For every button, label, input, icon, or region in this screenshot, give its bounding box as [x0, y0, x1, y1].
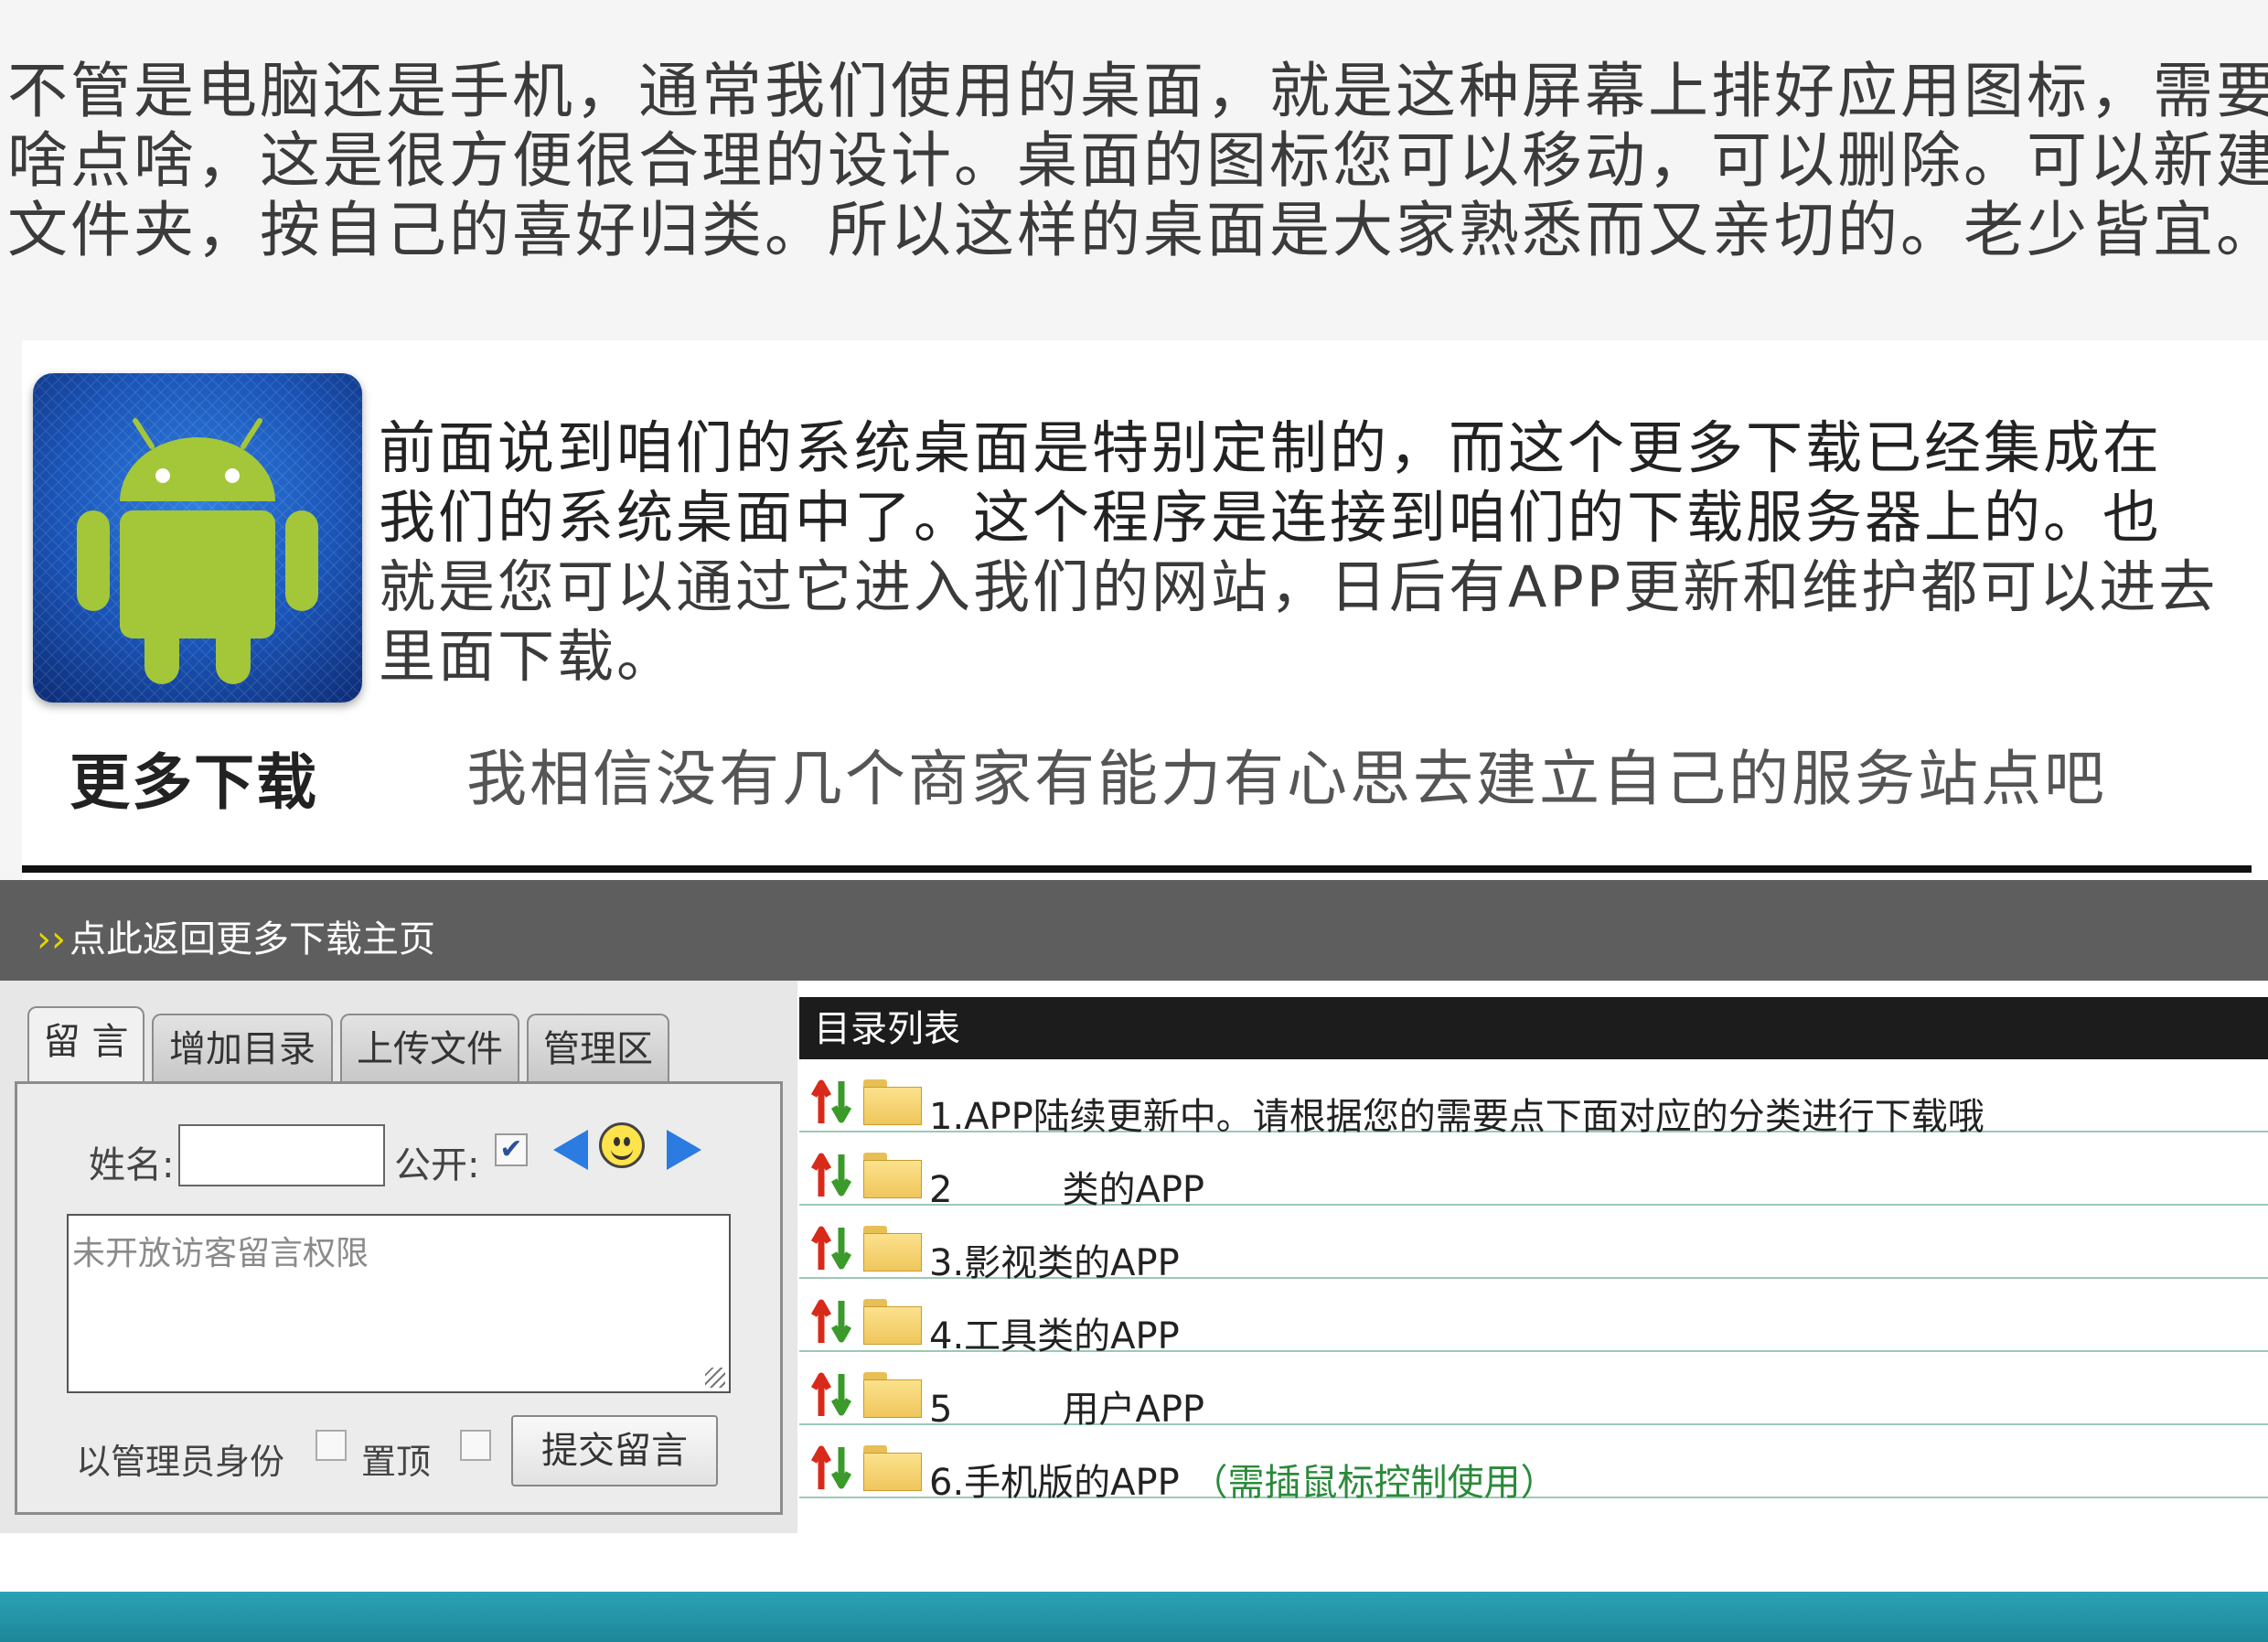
tab-add-directory[interactable]: 增加目录: [152, 1014, 333, 1081]
message-form: 姓名: 公开: ✔ 未开放访客留言权限 以管理员身份 置顶 提交留言: [15, 1081, 783, 1515]
arrow-left-icon[interactable]: [553, 1130, 588, 1170]
directory-row[interactable]: 6.手机版的APP （需插鼠标控制使用）: [799, 1425, 2268, 1504]
directory-row[interactable]: 3.影视类的APP: [799, 1206, 2268, 1284]
footer-band: [0, 1592, 2268, 1642]
directory-row-label[interactable]: 6.手机版的APP （需插鼠标控制使用）: [929, 1453, 1557, 1506]
app-name-caption: 更多下载: [70, 747, 318, 818]
tab-upload-file[interactable]: 上传文件: [340, 1014, 519, 1081]
folder-icon: [863, 1299, 922, 1345]
sort-icon: [810, 1372, 852, 1416]
sort-icon: [810, 1445, 852, 1489]
intro-line: 不管是电脑还是手机，通常我们使用的桌面，就是这种屏幕上排好应用图标，需要: [7, 56, 2268, 126]
folder-icon: [863, 1372, 922, 1418]
admin-label: 以管理员身份: [76, 1442, 285, 1482]
sort-icon: [810, 1153, 852, 1197]
promo-line: 前面说到咱们的系统桌面是特别定制的，而这个更多下载已经集成在: [379, 414, 2163, 481]
name-input[interactable]: [178, 1124, 385, 1186]
arrow-right-icon[interactable]: [667, 1130, 701, 1170]
promo-description: 前面说到咱们的系统桌面是特别定制的，而这个更多下载已经集成在 我们的系统桌面中了…: [379, 413, 2263, 692]
folder-icon: [863, 1079, 922, 1125]
intro-line: 啥点啥，这是很方便很合理的设计。桌面的图标您可以移动，可以删除。可以新建: [7, 125, 2268, 196]
admin-checkbox[interactable]: [316, 1430, 347, 1461]
directory-row[interactable]: 2 类的APP: [799, 1132, 2268, 1211]
directory-row[interactable]: 4.工具类的APP: [799, 1279, 2268, 1358]
download-site-panel: 留 言 增加目录 上传文件 管理区 姓名: 公开: ✔ 未开放访客留言权限 以管…: [0, 981, 2268, 1533]
directory-row[interactable]: 1.APP陆续更新中。请根据您的需要点下面对应的分类进行下载哦: [799, 1059, 2268, 1138]
promo-line: 里面下载。: [379, 623, 677, 690]
intro-paragraph: 不管是电脑还是手机，通常我们使用的桌面，就是这种屏幕上排好应用图标，需要 啥点啥…: [7, 56, 2268, 265]
directory-row[interactable]: 5 用户APP: [799, 1352, 2268, 1431]
section-divider: [22, 865, 2252, 873]
footer-spacer: [0, 1533, 2268, 1592]
directory-list: 1.APP陆续更新中。请根据您的需要点下面对应的分类进行下载哦 2 类的APP 3…: [799, 1059, 2268, 1504]
pin-checkbox[interactable]: [460, 1430, 491, 1461]
chevron-icon: ››: [37, 918, 66, 961]
return-home-bar: ›› 点此返回更多下载主页: [0, 880, 2268, 981]
resize-grip-icon[interactable]: [705, 1368, 725, 1388]
sort-icon: [810, 1226, 852, 1270]
smiley-icon[interactable]: [599, 1122, 645, 1168]
public-checkbox[interactable]: ✔: [495, 1133, 528, 1166]
return-home-link[interactable]: 点此返回更多下载主页: [70, 918, 435, 961]
sort-icon: [810, 1079, 852, 1123]
message-textarea[interactable]: 未开放访客留言权限: [67, 1214, 731, 1393]
directory-header: 目录列表: [799, 997, 2268, 1059]
folder-icon: [863, 1445, 922, 1491]
folder-icon: [863, 1153, 922, 1198]
intro-line: 文件夹，按自己的喜好归类。所以这样的桌面是大家熟悉而又亲切的。老少皆宜。: [7, 195, 2268, 265]
message-placeholder: 未开放访客留言权限: [72, 1235, 369, 1272]
android-logo-icon: [33, 373, 362, 703]
name-label: 姓名:: [89, 1144, 175, 1186]
sort-icon: [810, 1299, 852, 1343]
promo-line: 就是您可以通过它进入我们的网站，日后有APP更新和维护都可以进去: [379, 553, 2219, 620]
row-note: （需插鼠标控制使用）: [1191, 1462, 1557, 1504]
folder-icon: [863, 1226, 922, 1272]
submit-message-button[interactable]: 提交留言: [511, 1415, 718, 1486]
tab-message[interactable]: 留 言: [27, 1006, 144, 1083]
pin-label: 置顶: [361, 1442, 432, 1482]
promo-tagline: 我相信没有几个商家有能力有心思去建立自己的服务站点吧: [466, 744, 2107, 814]
public-label: 公开:: [394, 1144, 480, 1186]
guestbook-panel: 留 言 增加目录 上传文件 管理区 姓名: 公开: ✔ 未开放访客留言权限 以管…: [0, 981, 797, 1533]
tab-admin[interactable]: 管理区: [527, 1014, 669, 1081]
directory-panel: 目录列表 1.APP陆续更新中。请根据您的需要点下面对应的分类进行下载哦 2 类的…: [799, 997, 2268, 1533]
promo-section: 前面说到咱们的系统桌面是特别定制的，而这个更多下载已经集成在 我们的系统桌面中了…: [22, 340, 2268, 880]
promo-line: 我们的系统桌面中了。这个程序是连接到咱们的下载服务器上的。也: [379, 484, 2163, 551]
